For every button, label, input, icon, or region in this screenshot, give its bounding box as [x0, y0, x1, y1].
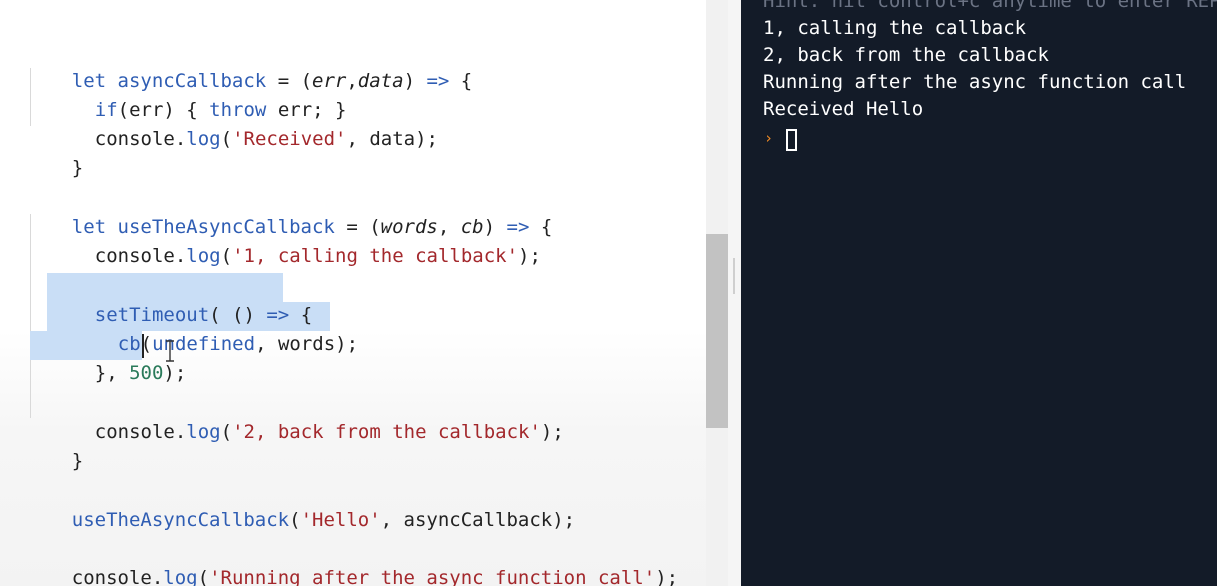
code-line[interactable]: if(err) { throw err; } — [49, 67, 347, 121]
code-editor[interactable]: let asyncCallback = (err,data) => { if(e… — [0, 0, 706, 586]
code-line[interactable]: useTheAsyncCallback('Hello', asyncCallba… — [26, 477, 575, 531]
code-text: ); — [518, 245, 541, 267]
code-text: console. — [71, 567, 164, 586]
string-literal: 'Running after the async function call' — [209, 567, 656, 586]
number-literal: 500 — [129, 362, 164, 384]
punctuation: ( — [289, 509, 301, 531]
code-line[interactable]: setTimeout( () => { — [49, 272, 312, 326]
code-text: , words); — [255, 333, 359, 355]
terminal-output-line: 2, back from the callback — [763, 44, 1049, 66]
code-text: console. — [94, 128, 187, 150]
code-text: } — [71, 157, 84, 179]
punctuation: }, — [94, 362, 130, 384]
punctuation: { — [449, 70, 473, 92]
code-line[interactable]: console.log('Running after the async fun… — [26, 535, 678, 586]
code-text: console. — [94, 421, 187, 443]
code-line[interactable]: console.log('Received', data); — [49, 96, 438, 150]
code-line[interactable]: cb(undefined, words); — [72, 301, 358, 355]
param: data — [357, 70, 404, 92]
method-name: log — [186, 245, 221, 267]
scrollbar-thumb[interactable] — [706, 234, 728, 428]
pane-splitter[interactable] — [728, 0, 741, 586]
ibeam-cursor-icon — [166, 340, 174, 362]
punctuation: ); — [163, 362, 187, 384]
code-text: , data); — [346, 128, 438, 150]
punctuation: ( — [220, 128, 233, 150]
function-name: useTheAsyncCallback — [71, 509, 290, 531]
terminal-output-line: Running after the async function call — [763, 71, 1187, 93]
editor-scrollbar[interactable] — [706, 0, 728, 586]
terminal-hint: Hint: hit control+c anytime to enter REP… — [763, 0, 1217, 12]
code-line[interactable]: console.log('1, calling the callback'); — [49, 213, 541, 267]
punctuation: ( — [197, 567, 210, 586]
punctuation: ( — [220, 421, 233, 443]
string-literal: '1, calling the callback' — [232, 245, 519, 267]
string-literal: 'Hello' — [300, 509, 381, 531]
punctuation: , — [346, 70, 358, 92]
prompt-chevron-icon: › — [764, 129, 774, 147]
code-text: } — [71, 450, 84, 472]
code-text: , asyncCallback); — [380, 509, 576, 531]
terminal-pane[interactable]: Hint: hit control+c anytime to enter REP… — [741, 0, 1217, 586]
code-text: ); — [655, 567, 679, 586]
text-caret — [142, 334, 144, 358]
code-line[interactable]: console.log('2, back from the callback')… — [49, 389, 564, 443]
method-name: log — [163, 567, 198, 586]
code-line[interactable]: } — [26, 125, 83, 179]
terminal-input-cursor[interactable] — [786, 129, 797, 151]
splitter-grip[interactable] — [733, 258, 735, 294]
code-text: console. — [94, 245, 187, 267]
code-line[interactable]: let asyncCallback = (err,data) => { — [26, 38, 472, 92]
punctuation: ) — [403, 70, 427, 92]
terminal-output-line: Received Hello — [763, 98, 924, 120]
string-literal: '2, back from the callback' — [232, 421, 541, 443]
code-line[interactable]: } — [26, 418, 83, 472]
method-name: log — [186, 128, 221, 150]
arrow-operator: => — [426, 70, 450, 92]
string-literal: 'Received' — [232, 128, 347, 150]
code-text: ); — [540, 421, 564, 443]
terminal-output-line: 1, calling the callback — [763, 17, 1027, 39]
punctuation: ( — [220, 245, 233, 267]
method-name: log — [186, 421, 221, 443]
code-line[interactable]: let useTheAsyncCallback = (words, cb) =>… — [26, 184, 553, 238]
